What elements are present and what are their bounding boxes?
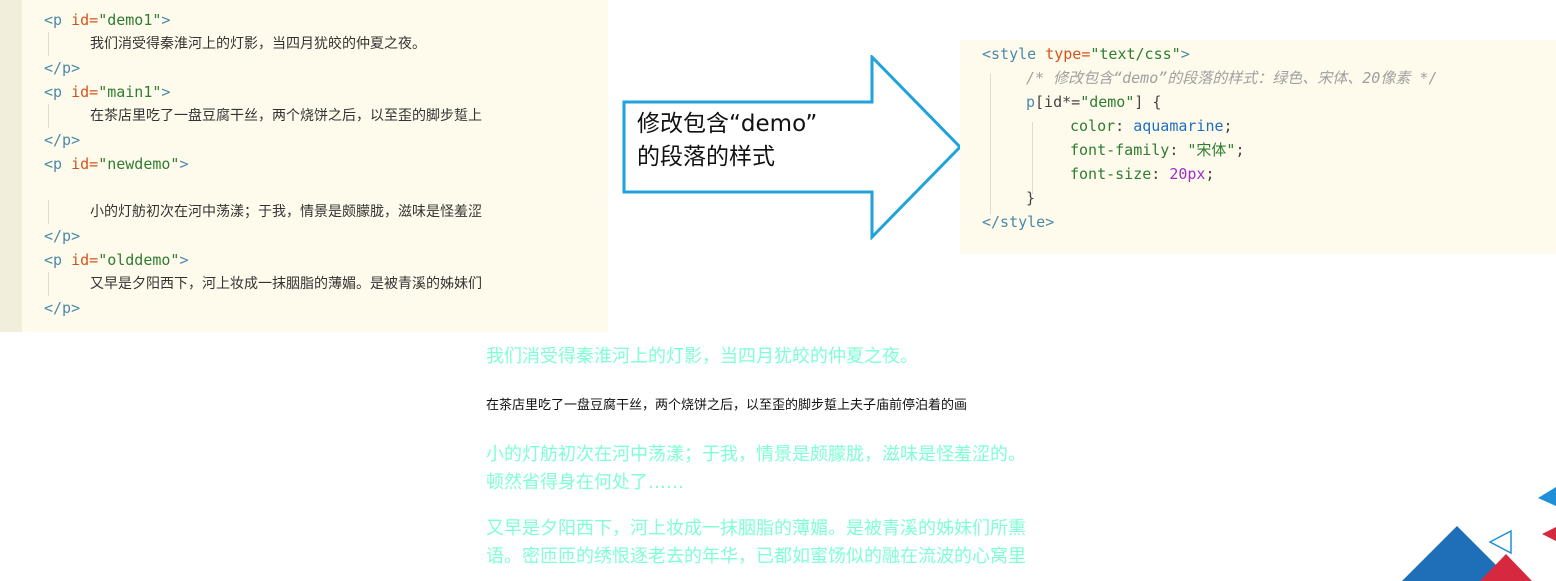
result-paragraph-olddemo-line1: 又早是夕阳西下，河上妆成一抹胭脂的薄媚。是被青溪的姊妹们所熏 <box>486 518 1026 539</box>
code-line-selector: p[id*="demo"] { <box>1026 90 1161 114</box>
tag-close: > <box>1180 45 1190 63</box>
tag-open: <p <box>44 11 63 29</box>
result-paragraph-main1: 在茶店里吃了一盘豆腐干丝，两个烧饼之后，以至歪的脚步踅上夫子庙前停泊着的画 <box>486 398 968 413</box>
css-value: "宋体" <box>1187 141 1236 159</box>
attr-name: id= <box>71 155 99 173</box>
indent-guide <box>48 200 49 224</box>
attr-value: "olddemo" <box>98 251 180 269</box>
code-line-p-main1: <p id="main1"> <box>44 80 170 104</box>
css-value: aquamarine <box>1133 117 1224 135</box>
attr-name: type= <box>1045 45 1091 63</box>
code-line-p-end: </p> <box>44 131 81 149</box>
code-line-p-end: </p> <box>44 59 81 77</box>
tag-close: > <box>161 83 171 101</box>
callout-line-1: 修改包含“demo” <box>637 111 818 137</box>
attr-name: id= <box>71 83 99 101</box>
indent-guide <box>1032 122 1033 194</box>
code-line-font-family: font-family: "宋体"; <box>1070 141 1245 159</box>
result-paragraph-olddemo-line2: 语。密匝匝的绣恨逐老去的年华，已都如蜜饧似的融在流波的心窝里 <box>486 546 1026 567</box>
css-value: 20px <box>1169 165 1206 183</box>
tag-open: <p <box>44 251 63 269</box>
selector-tag: p <box>1026 93 1036 111</box>
css-property: font-size <box>1070 165 1152 183</box>
tag-close: > <box>161 11 171 29</box>
attr-name: id= <box>71 251 99 269</box>
css-code-panel: <style type="text/css"> /* 修改包含“demo”的段落… <box>960 40 1556 254</box>
code-line-p-end: </p> <box>44 299 81 317</box>
result-paragraph-newdemo-line2: 顿然省得身在何处了…… <box>486 472 684 493</box>
code-line-style-close: </style> <box>982 213 1055 231</box>
indent-guide <box>990 74 991 214</box>
code-text-line: 在茶店里吃了一盘豆腐干丝，两个烧饼之后，以至歪的脚步踅上 <box>90 108 482 124</box>
callout-line-2: 的段落的样式 <box>637 144 775 170</box>
indent-guide <box>48 32 49 56</box>
code-line-brace: } <box>1026 189 1036 207</box>
indent-guide <box>48 272 49 296</box>
code-text-line: 小的灯舫初次在河中荡漾；于我，情景是颇朦胧，滋味是怪羞涩 <box>90 204 482 220</box>
code-line-p-newdemo: <p id="newdemo"> <box>44 152 189 176</box>
rendered-result: 我们消受得秦淮河上的灯影，当四月犹皎的仲夏之夜。 在茶店里吃了一盘豆腐干丝，两个… <box>486 338 1112 581</box>
tag-open: <p <box>44 155 63 173</box>
css-property: font-family <box>1070 141 1170 159</box>
code-text-line: 我们消受得秦淮河上的灯影，当四月犹皎的仲夏之夜。 <box>90 36 426 52</box>
tag-open: <style <box>982 45 1037 63</box>
attr-name: id= <box>71 11 99 29</box>
html-code-panel: <p id="demo1"> 我们消受得秦淮河上的灯影，当四月犹皎的仲夏之夜。 … <box>0 0 608 332</box>
result-paragraph-newdemo-line1: 小的灯舫初次在河中荡漾；于我，情景是颇朦胧，滋味是怪羞涩的。 <box>486 444 1026 465</box>
outline-triangle <box>1488 529 1512 555</box>
tag-close: > <box>179 155 189 173</box>
code-text-line: 又早是夕阳西下，河上妆成一抹胭脂的薄媚。是被青溪的姊妹们 <box>90 276 482 292</box>
attr-value: "newdemo" <box>98 155 180 173</box>
code-line-font-size: font-size: 20px; <box>1070 165 1215 183</box>
corner-decoration <box>1402 487 1556 581</box>
code-line-p-demo1: <p id="demo1"> <box>44 8 170 32</box>
code-line-style-open: <style type="text/css"> <box>982 42 1190 66</box>
red-small-triangle <box>1542 527 1556 541</box>
indent-guide <box>48 104 49 128</box>
attr-value: "main1" <box>98 83 162 101</box>
selector-value: "demo" <box>1080 93 1135 111</box>
css-property: color <box>1070 117 1116 135</box>
code-line-p-end: </p> <box>44 227 81 245</box>
result-paragraph-demo1: 我们消受得秦淮河上的灯影，当四月犹皎的仲夏之夜。 <box>486 346 918 367</box>
selector-end: ] { <box>1134 93 1162 111</box>
blue-small-triangle <box>1538 487 1556 506</box>
code-line-color: color: aquamarine; <box>1070 117 1233 135</box>
code-gutter <box>0 0 22 332</box>
tag-close: > <box>179 251 189 269</box>
attr-value: "text/css" <box>1090 45 1181 63</box>
attr-value: "demo1" <box>98 11 162 29</box>
code-comment: /* 修改包含“demo”的段落的样式：绿色、宋体、20像素 */ <box>1026 69 1438 87</box>
selector-attr: [id*= <box>1035 93 1081 111</box>
callout-text: 修改包含“demo” 的段落的样式 <box>637 108 817 174</box>
code-line-p-olddemo: <p id="olddemo"> <box>44 248 189 272</box>
tag-open: <p <box>44 83 63 101</box>
